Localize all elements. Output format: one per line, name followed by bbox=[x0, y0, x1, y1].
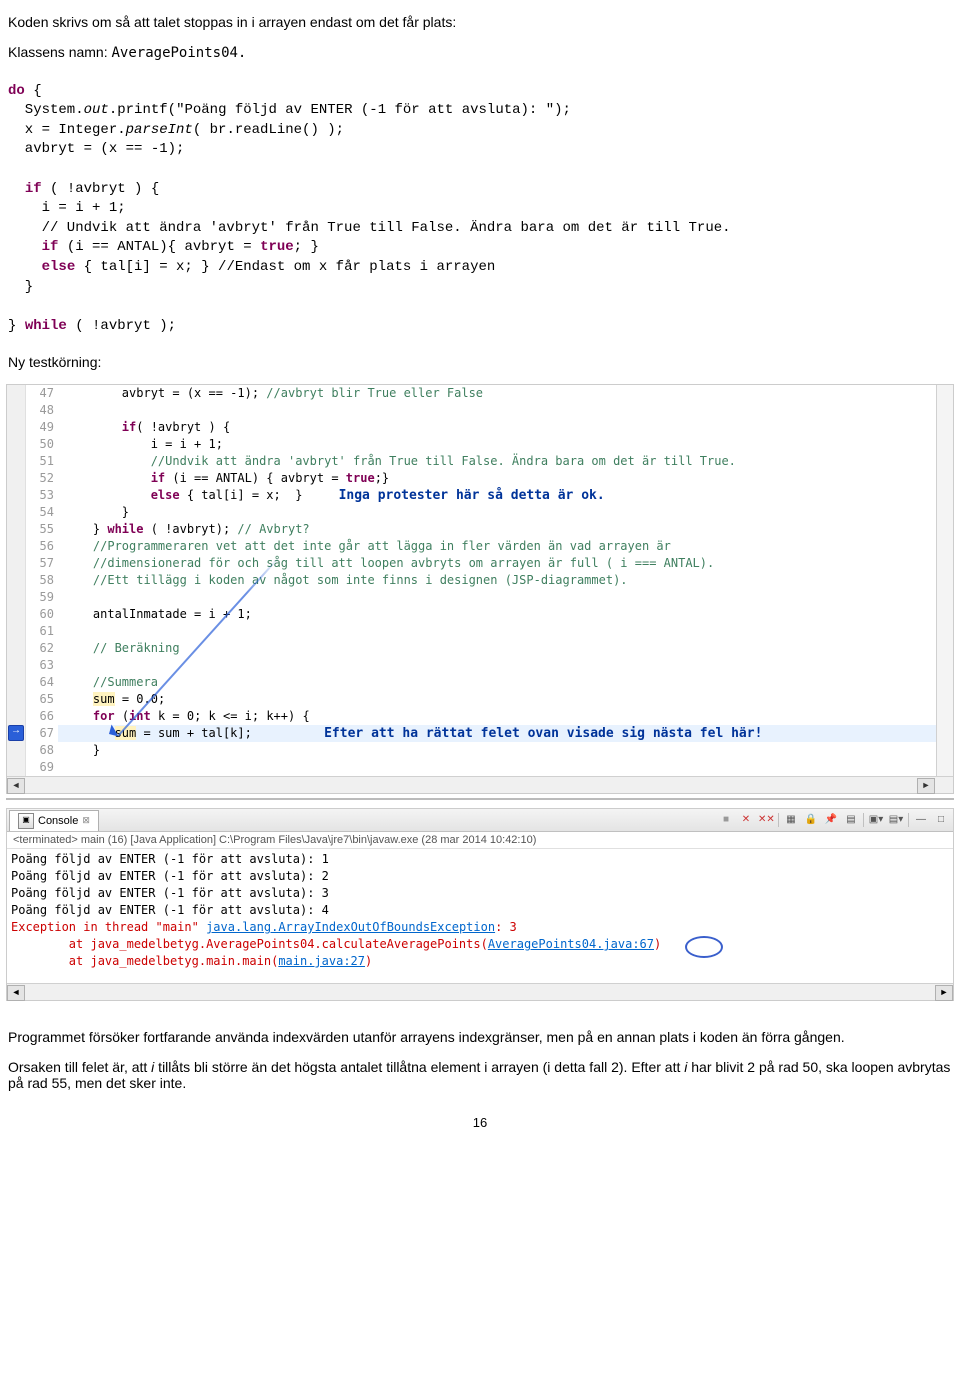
line-number: 66 bbox=[26, 708, 54, 725]
exception-type-link[interactable]: java.lang.ArrayIndexOutOfBoundsException bbox=[206, 920, 495, 934]
line-number: 62 bbox=[26, 640, 54, 657]
line-number: 48 bbox=[26, 402, 54, 419]
line-number: 69 bbox=[26, 759, 54, 776]
console-icon: ▣ bbox=[18, 813, 34, 829]
line-number: 47 bbox=[26, 385, 54, 402]
console-line: Poäng följd av ENTER (-1 för att avsluta… bbox=[11, 902, 949, 919]
new-console-icon[interactable]: ▤▾ bbox=[888, 812, 904, 828]
console-output[interactable]: Poäng följd av ENTER (-1 för att avsluta… bbox=[7, 849, 953, 983]
scroll-right-icon[interactable]: ► bbox=[935, 985, 953, 1001]
clear-console-icon[interactable]: ▦ bbox=[783, 812, 799, 828]
line-number: 50 bbox=[26, 436, 54, 453]
line-number: 68 bbox=[26, 742, 54, 759]
line-number: 59 bbox=[26, 589, 54, 606]
console-tabbar: ▣ Console ⊠ ■ ✕ ✕✕ ▦ 🔒 📌 ▤ ▣▾ ▤▾ — □ bbox=[7, 809, 953, 832]
console-exception: Exception in thread "main" java.lang.Arr… bbox=[11, 919, 949, 936]
line-number: 58 bbox=[26, 572, 54, 589]
klass-line: Klassens namn: AveragePoints04. bbox=[0, 44, 960, 64]
code-editor-pane: 47 48 49 50 51 52 53 54 55 56 57 58 59 6… bbox=[6, 384, 954, 794]
console-toolbar: ■ ✕ ✕✕ ▦ 🔒 📌 ▤ ▣▾ ▤▾ — □ bbox=[718, 812, 953, 828]
trace-tail: ) bbox=[365, 954, 372, 968]
line-number: 61 bbox=[26, 623, 54, 640]
editor-horizontal-scrollbar[interactable]: ◄ ► bbox=[7, 776, 953, 793]
console-stacktrace: at java_medelbetyg.main.main(main.java:2… bbox=[11, 953, 949, 970]
callout-error: Efter att ha rättat felet ovan visade si… bbox=[324, 726, 762, 741]
trace-tail: ) bbox=[654, 937, 661, 951]
terminate-icon[interactable]: ■ bbox=[718, 812, 734, 828]
scroll-left-icon[interactable]: ◄ bbox=[7, 985, 25, 1001]
trace-text: at java_medelbetyg.main.main( bbox=[11, 954, 278, 968]
code-area[interactable]: avbryt = (x == -1); //avbryt blir True e… bbox=[58, 385, 936, 776]
line-number: 51 bbox=[26, 453, 54, 470]
maximize-icon[interactable]: □ bbox=[933, 812, 949, 828]
line-number: 53 bbox=[26, 487, 54, 504]
trace-text: at java_medelbetyg.AveragePoints04.calcu… bbox=[11, 937, 488, 951]
p2-a: Orsaken till felet är, att bbox=[8, 1059, 151, 1075]
klass-label: Klassens namn: bbox=[8, 44, 112, 60]
remove-all-icon[interactable]: ✕✕ bbox=[758, 812, 774, 828]
p2-c: tillåts bli större än det högsta antalet… bbox=[154, 1059, 684, 1075]
summary-paragraph-2: Orsaken till felet är, att i tillåts bli… bbox=[0, 1059, 960, 1091]
line-number: 57 bbox=[26, 555, 54, 572]
scroll-left-icon[interactable]: ◄ bbox=[7, 778, 25, 794]
stacktrace-link[interactable]: main.java:27 bbox=[278, 954, 365, 968]
code-snippet: do { System.out.printf("Poäng följd av E… bbox=[0, 78, 960, 341]
line-number: 55 bbox=[26, 521, 54, 538]
open-console-icon[interactable]: ▣▾ bbox=[868, 812, 884, 828]
scroll-right-icon[interactable]: ► bbox=[917, 778, 935, 794]
console-tab[interactable]: ▣ Console ⊠ bbox=[9, 810, 99, 831]
console-line: Poäng följd av ENTER (-1 för att avsluta… bbox=[11, 851, 949, 868]
remove-launch-icon[interactable]: ✕ bbox=[738, 812, 754, 828]
exception-prefix: Exception in thread "main" bbox=[11, 920, 206, 934]
console-line: Poäng följd av ENTER (-1 för att avsluta… bbox=[11, 868, 949, 885]
editor-gutter bbox=[7, 385, 26, 776]
line-number: 54 bbox=[26, 504, 54, 521]
klass-name: AveragePoints04. bbox=[112, 45, 247, 61]
console-pane: ▣ Console ⊠ ■ ✕ ✕✕ ▦ 🔒 📌 ▤ ▣▾ ▤▾ — □ <te… bbox=[6, 808, 954, 1001]
current-line-arrow-icon bbox=[8, 725, 24, 741]
line-number: 52 bbox=[26, 470, 54, 487]
pin-console-icon[interactable]: 📌 bbox=[823, 812, 839, 828]
console-horizontal-scrollbar[interactable]: ◄ ► bbox=[7, 983, 953, 1000]
editor-vertical-scrollbar[interactable] bbox=[936, 385, 953, 776]
snippet-string: "Poäng följd av ENTER (-1 för att avslut… bbox=[176, 102, 554, 118]
tab-view-menu-icon[interactable]: ⊠ bbox=[82, 815, 90, 826]
console-stacktrace: at java_medelbetyg.AveragePoints04.calcu… bbox=[11, 936, 949, 953]
pane-sash[interactable] bbox=[6, 798, 954, 808]
exception-tail: : 3 bbox=[495, 920, 517, 934]
display-console-icon[interactable]: ▤ bbox=[843, 812, 859, 828]
intro-paragraph: Koden skrivs om så att talet stoppas in … bbox=[0, 14, 960, 30]
line-number: 65 bbox=[26, 691, 54, 708]
line-number: 67 bbox=[26, 725, 54, 742]
page-number: 16 bbox=[0, 1115, 960, 1130]
ny-testkorning: Ny testkörning: bbox=[0, 354, 960, 370]
line-number: 60 bbox=[26, 606, 54, 623]
console-tab-label: Console bbox=[38, 815, 78, 827]
summary-paragraph-1: Programmet försöker fortfarande använda … bbox=[0, 1029, 960, 1045]
line-number: 63 bbox=[26, 657, 54, 674]
stacktrace-link[interactable]: AveragePoints04.java:67 bbox=[488, 937, 654, 951]
line-number: 64 bbox=[26, 674, 54, 691]
line-number-column: 47 48 49 50 51 52 53 54 55 56 57 58 59 6… bbox=[26, 385, 58, 776]
console-status: <terminated> main (16) [Java Application… bbox=[7, 832, 953, 849]
callout-ok: Inga protester här så detta är ok. bbox=[339, 488, 605, 503]
line-number: 56 bbox=[26, 538, 54, 555]
scroll-lock-icon[interactable]: 🔒 bbox=[803, 812, 819, 828]
console-line: Poäng följd av ENTER (-1 för att avsluta… bbox=[11, 885, 949, 902]
minimize-icon[interactable]: — bbox=[913, 812, 929, 828]
line-number: 49 bbox=[26, 419, 54, 436]
